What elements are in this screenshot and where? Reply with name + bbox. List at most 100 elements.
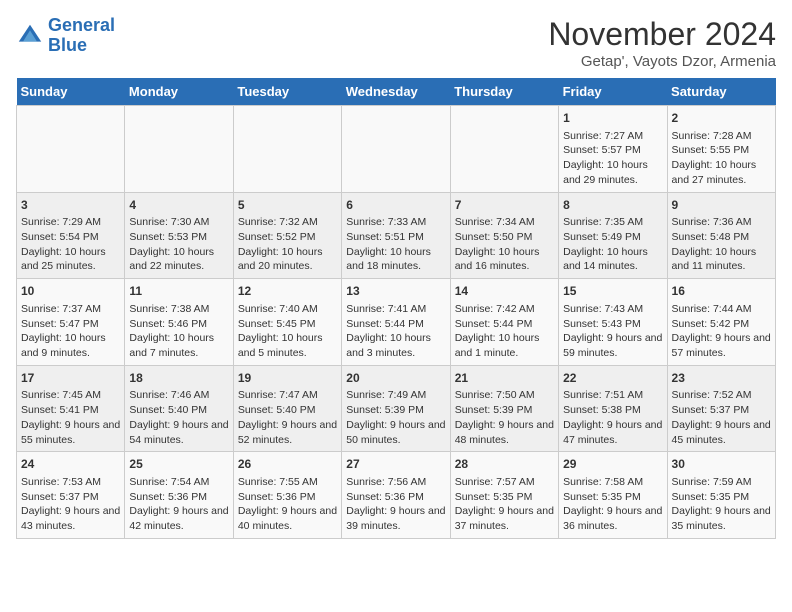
day-number: 25 <box>129 456 228 473</box>
day-number: 1 <box>563 110 662 127</box>
day-info: Daylight: 9 hours and 55 minutes. <box>21 418 120 447</box>
calendar-cell <box>450 106 558 193</box>
calendar-cell: 9Sunrise: 7:36 AMSunset: 5:48 PMDaylight… <box>667 192 775 279</box>
calendar-cell: 2Sunrise: 7:28 AMSunset: 5:55 PMDaylight… <box>667 106 775 193</box>
day-info: Sunset: 5:35 PM <box>672 490 771 505</box>
day-info: Sunset: 5:45 PM <box>238 317 337 332</box>
day-info: Daylight: 10 hours and 16 minutes. <box>455 245 554 274</box>
day-info: Daylight: 9 hours and 52 minutes. <box>238 418 337 447</box>
day-info: Daylight: 9 hours and 42 minutes. <box>129 504 228 533</box>
calendar-cell: 7Sunrise: 7:34 AMSunset: 5:50 PMDaylight… <box>450 192 558 279</box>
day-info: Sunset: 5:38 PM <box>563 403 662 418</box>
day-info: Sunset: 5:51 PM <box>346 230 445 245</box>
calendar-cell: 15Sunrise: 7:43 AMSunset: 5:43 PMDayligh… <box>559 279 667 366</box>
calendar-cell: 20Sunrise: 7:49 AMSunset: 5:39 PMDayligh… <box>342 365 450 452</box>
title-area: November 2024 Getap', Vayots Dzor, Armen… <box>548 16 776 70</box>
day-info: Sunset: 5:49 PM <box>563 230 662 245</box>
calendar-cell: 4Sunrise: 7:30 AMSunset: 5:53 PMDaylight… <box>125 192 233 279</box>
calendar-cell: 17Sunrise: 7:45 AMSunset: 5:41 PMDayligh… <box>17 365 125 452</box>
weekday-header: Friday <box>559 78 667 106</box>
day-info: Daylight: 9 hours and 37 minutes. <box>455 504 554 533</box>
weekday-header: Monday <box>125 78 233 106</box>
day-info: Sunset: 5:46 PM <box>129 317 228 332</box>
day-info: Daylight: 9 hours and 48 minutes. <box>455 418 554 447</box>
day-number: 4 <box>129 197 228 214</box>
day-number: 28 <box>455 456 554 473</box>
day-info: Sunrise: 7:54 AM <box>129 475 228 490</box>
logo-text: General Blue <box>48 16 115 56</box>
day-number: 6 <box>346 197 445 214</box>
logo-icon <box>16 22 44 50</box>
day-info: Daylight: 9 hours and 43 minutes. <box>21 504 120 533</box>
day-info: Sunrise: 7:27 AM <box>563 129 662 144</box>
day-info: Sunrise: 7:49 AM <box>346 388 445 403</box>
day-number: 26 <box>238 456 337 473</box>
day-info: Daylight: 9 hours and 57 minutes. <box>672 331 771 360</box>
day-info: Sunset: 5:43 PM <box>563 317 662 332</box>
calendar-cell: 5Sunrise: 7:32 AMSunset: 5:52 PMDaylight… <box>233 192 341 279</box>
month-title: November 2024 <box>548 16 776 53</box>
calendar-cell: 28Sunrise: 7:57 AMSunset: 5:35 PMDayligh… <box>450 452 558 539</box>
day-number: 14 <box>455 283 554 300</box>
day-info: Sunset: 5:48 PM <box>672 230 771 245</box>
weekday-header: Wednesday <box>342 78 450 106</box>
day-number: 20 <box>346 370 445 387</box>
day-info: Daylight: 9 hours and 54 minutes. <box>129 418 228 447</box>
day-info: Sunrise: 7:42 AM <box>455 302 554 317</box>
day-info: Daylight: 9 hours and 47 minutes. <box>563 418 662 447</box>
day-info: Sunrise: 7:57 AM <box>455 475 554 490</box>
day-info: Sunset: 5:37 PM <box>672 403 771 418</box>
calendar-cell <box>17 106 125 193</box>
calendar-cell: 25Sunrise: 7:54 AMSunset: 5:36 PMDayligh… <box>125 452 233 539</box>
day-info: Sunset: 5:35 PM <box>563 490 662 505</box>
day-number: 21 <box>455 370 554 387</box>
calendar-cell: 16Sunrise: 7:44 AMSunset: 5:42 PMDayligh… <box>667 279 775 366</box>
header: General Blue November 2024 Getap', Vayot… <box>16 16 776 70</box>
day-number: 30 <box>672 456 771 473</box>
day-number: 29 <box>563 456 662 473</box>
day-info: Sunset: 5:53 PM <box>129 230 228 245</box>
day-info: Sunset: 5:41 PM <box>21 403 120 418</box>
weekday-header: Thursday <box>450 78 558 106</box>
day-number: 7 <box>455 197 554 214</box>
calendar-cell: 13Sunrise: 7:41 AMSunset: 5:44 PMDayligh… <box>342 279 450 366</box>
calendar-cell: 27Sunrise: 7:56 AMSunset: 5:36 PMDayligh… <box>342 452 450 539</box>
day-info: Daylight: 10 hours and 11 minutes. <box>672 245 771 274</box>
day-number: 16 <box>672 283 771 300</box>
day-info: Sunrise: 7:35 AM <box>563 215 662 230</box>
calendar-cell: 8Sunrise: 7:35 AMSunset: 5:49 PMDaylight… <box>559 192 667 279</box>
calendar-cell: 19Sunrise: 7:47 AMSunset: 5:40 PMDayligh… <box>233 365 341 452</box>
day-info: Sunset: 5:54 PM <box>21 230 120 245</box>
calendar-cell <box>125 106 233 193</box>
calendar-cell: 1Sunrise: 7:27 AMSunset: 5:57 PMDaylight… <box>559 106 667 193</box>
day-info: Sunset: 5:44 PM <box>455 317 554 332</box>
day-info: Sunrise: 7:59 AM <box>672 475 771 490</box>
day-info: Sunset: 5:40 PM <box>238 403 337 418</box>
day-info: Sunrise: 7:50 AM <box>455 388 554 403</box>
day-info: Sunrise: 7:55 AM <box>238 475 337 490</box>
day-number: 27 <box>346 456 445 473</box>
day-info: Sunrise: 7:40 AM <box>238 302 337 317</box>
logo: General Blue <box>16 16 115 56</box>
day-info: Daylight: 10 hours and 22 minutes. <box>129 245 228 274</box>
day-info: Sunrise: 7:58 AM <box>563 475 662 490</box>
day-info: Sunrise: 7:47 AM <box>238 388 337 403</box>
day-info: Sunrise: 7:51 AM <box>563 388 662 403</box>
day-info: Sunset: 5:47 PM <box>21 317 120 332</box>
day-info: Sunrise: 7:45 AM <box>21 388 120 403</box>
calendar-table: SundayMondayTuesdayWednesdayThursdayFrid… <box>16 78 776 539</box>
day-info: Sunrise: 7:28 AM <box>672 129 771 144</box>
day-info: Sunset: 5:39 PM <box>346 403 445 418</box>
calendar-week-row: 24Sunrise: 7:53 AMSunset: 5:37 PMDayligh… <box>17 452 776 539</box>
weekday-header: Sunday <box>17 78 125 106</box>
day-info: Daylight: 9 hours and 59 minutes. <box>563 331 662 360</box>
calendar-cell: 10Sunrise: 7:37 AMSunset: 5:47 PMDayligh… <box>17 279 125 366</box>
calendar-cell: 30Sunrise: 7:59 AMSunset: 5:35 PMDayligh… <box>667 452 775 539</box>
weekday-header: Tuesday <box>233 78 341 106</box>
day-info: Sunrise: 7:52 AM <box>672 388 771 403</box>
day-info: Sunset: 5:42 PM <box>672 317 771 332</box>
day-info: Sunrise: 7:43 AM <box>563 302 662 317</box>
day-info: Daylight: 9 hours and 45 minutes. <box>672 418 771 447</box>
day-info: Daylight: 10 hours and 3 minutes. <box>346 331 445 360</box>
calendar-cell: 18Sunrise: 7:46 AMSunset: 5:40 PMDayligh… <box>125 365 233 452</box>
